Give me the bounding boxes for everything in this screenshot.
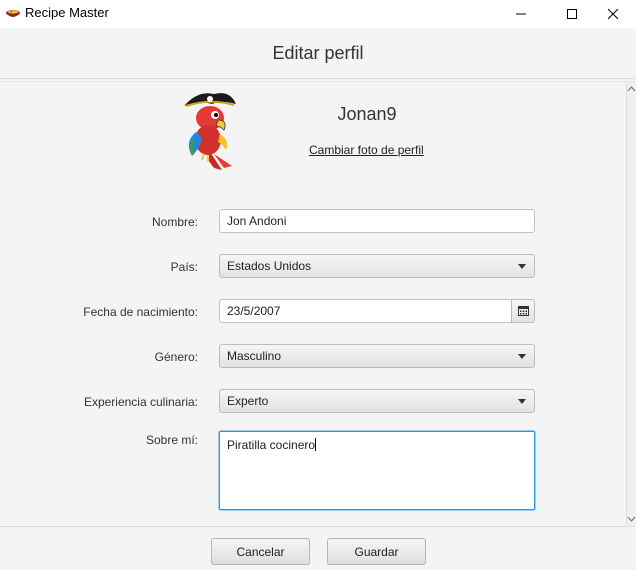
sobre-value: Piratilla cocinero bbox=[227, 438, 316, 452]
close-button[interactable] bbox=[590, 0, 636, 28]
window-title: Recipe Master bbox=[25, 5, 109, 20]
genero-select[interactable]: Masculino bbox=[219, 344, 535, 368]
header-divider bbox=[0, 78, 636, 79]
pirate-parrot-avatar-icon bbox=[184, 93, 236, 170]
experiencia-select[interactable]: Experto bbox=[219, 389, 535, 413]
page-title: Editar perfil bbox=[272, 42, 364, 63]
genero-value: Masculino bbox=[227, 349, 282, 363]
genero-label: Género: bbox=[154, 350, 198, 364]
fecha-value: 23/5/2007 bbox=[227, 304, 281, 318]
chevron-down-icon bbox=[518, 264, 526, 269]
header-divider-secondary bbox=[0, 81, 636, 82]
close-icon bbox=[608, 9, 618, 19]
scroll-down-icon[interactable] bbox=[627, 514, 636, 524]
cancel-button[interactable]: Cancelar bbox=[211, 538, 310, 565]
sobre-label: Sobre mí: bbox=[145, 433, 198, 447]
maximize-button[interactable] bbox=[549, 0, 595, 28]
nombre-label: Nombre: bbox=[151, 215, 198, 229]
maximize-icon bbox=[567, 9, 577, 19]
experiencia-value: Experto bbox=[227, 394, 269, 408]
date-picker-button[interactable] bbox=[511, 299, 535, 323]
fecha-label: Fecha de nacimiento: bbox=[83, 305, 198, 319]
calendar-icon bbox=[517, 306, 529, 316]
chevron-down-icon bbox=[518, 399, 526, 404]
fecha-field[interactable]: 23/5/2007 bbox=[219, 299, 512, 323]
text-caret bbox=[315, 438, 317, 451]
minimize-button[interactable] bbox=[498, 0, 544, 28]
save-button[interactable]: Guardar bbox=[327, 538, 426, 565]
nombre-field[interactable]: Jon Andoni bbox=[219, 209, 535, 233]
vertical-scrollbar[interactable] bbox=[626, 82, 636, 526]
pais-label: País: bbox=[170, 260, 198, 274]
username: Jonan9 bbox=[337, 104, 397, 124]
avatar bbox=[178, 90, 244, 172]
recipe-bowl-icon bbox=[5, 6, 21, 20]
minimize-icon bbox=[516, 13, 526, 15]
pais-select[interactable]: Estados Unidos bbox=[219, 254, 535, 278]
experiencia-label: Experiencia culinaria: bbox=[83, 395, 198, 409]
scroll-up-icon[interactable] bbox=[627, 84, 636, 94]
nombre-value: Jon Andoni bbox=[227, 214, 287, 228]
sobre-textarea[interactable]: Piratilla cocinero bbox=[219, 431, 535, 510]
chevron-down-icon bbox=[518, 354, 526, 359]
window-titlebar: Recipe Master bbox=[0, 0, 636, 28]
footer-divider bbox=[0, 526, 636, 527]
page-header: Editar perfil bbox=[0, 28, 636, 78]
change-photo-link[interactable]: Cambiar foto de perfil bbox=[309, 143, 424, 157]
pais-value: Estados Unidos bbox=[227, 259, 312, 273]
